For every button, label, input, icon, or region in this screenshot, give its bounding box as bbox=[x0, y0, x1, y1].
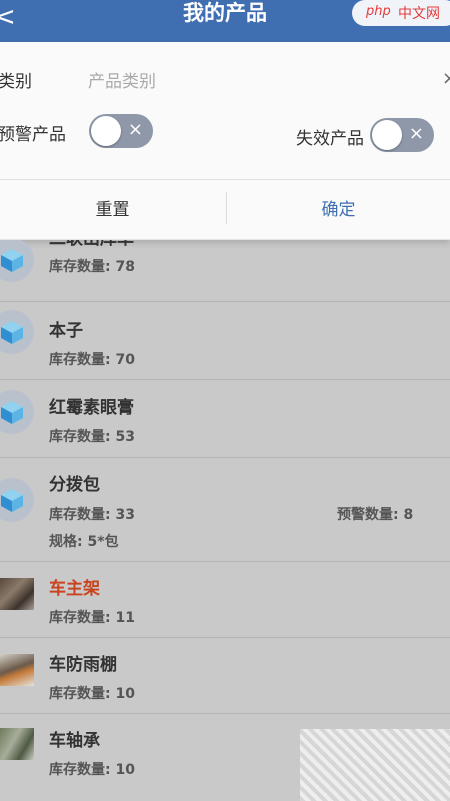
stock-count: 库存数量: 33 bbox=[49, 507, 135, 523]
product-list: 二联出库单 库存数量: 78 本子 库存数量: 70 红霉素眼膏 库存数量: 5… bbox=[0, 240, 450, 801]
product-name: 红霉素眼膏 bbox=[49, 398, 134, 418]
product-name: 车防雨棚 bbox=[49, 655, 117, 675]
product-photo bbox=[0, 578, 34, 610]
box-icon bbox=[0, 240, 34, 282]
product-name: 车轴承 bbox=[49, 731, 100, 751]
logo-cn-text: 中文网 bbox=[398, 6, 440, 22]
stock-count: 库存数量: 11 bbox=[49, 610, 135, 626]
warn-product-toggle[interactable]: × bbox=[89, 114, 153, 148]
reset-button[interactable]: 重置 bbox=[0, 180, 225, 240]
warn-product-label: 预警产品 bbox=[0, 125, 66, 145]
expired-product-label: 失效产品 bbox=[296, 129, 364, 149]
toggle-knob bbox=[91, 116, 121, 146]
product-photo bbox=[0, 728, 34, 760]
box-icon bbox=[0, 310, 34, 354]
product-photo bbox=[0, 654, 34, 686]
list-item[interactable]: 本子 库存数量: 70 bbox=[0, 302, 450, 380]
category-input[interactable]: 产品类别 bbox=[88, 67, 156, 92]
watermark-logo: php 中文网 bbox=[352, 0, 450, 26]
toggle-off-icon: × bbox=[408, 123, 424, 144]
confirm-button[interactable]: 确定 bbox=[226, 180, 450, 240]
stock-count: 库存数量: 10 bbox=[49, 762, 135, 778]
stock-count: 库存数量: 78 bbox=[49, 259, 135, 275]
expired-product-toggle[interactable]: × bbox=[370, 118, 434, 152]
filter-panel: 类别 产品类别 × 预警产品 × 失效产品 × 重置 确定 bbox=[0, 42, 450, 240]
list-item[interactable]: 二联出库单 库存数量: 78 bbox=[0, 240, 450, 302]
list-item[interactable]: 车主架 库存数量: 11 bbox=[0, 562, 450, 638]
stock-count: 库存数量: 10 bbox=[49, 686, 135, 702]
stock-count: 库存数量: 70 bbox=[49, 352, 135, 368]
app-header: < 我的产品 php 中文网 bbox=[0, 0, 450, 42]
product-name: 本子 bbox=[49, 321, 83, 341]
close-icon[interactable]: × bbox=[442, 68, 450, 89]
box-icon bbox=[0, 478, 34, 522]
watermark-blur bbox=[300, 729, 450, 801]
stock-count: 库存数量: 53 bbox=[49, 429, 135, 445]
list-item[interactable]: 车防雨棚 库存数量: 10 bbox=[0, 638, 450, 714]
list-item[interactable]: 红霉素眼膏 库存数量: 53 bbox=[0, 380, 450, 458]
list-item[interactable]: 分拨包 库存数量: 33 预警数量: 8 规格: 5*包 bbox=[0, 458, 450, 562]
toggle-knob bbox=[372, 120, 402, 150]
category-label: 类别 bbox=[0, 72, 32, 92]
spec-text: 规格: 5*包 bbox=[49, 534, 119, 550]
box-icon bbox=[0, 390, 34, 434]
warn-count: 预警数量: 8 bbox=[337, 507, 414, 523]
logo-php-text: php bbox=[366, 4, 391, 19]
product-name: 分拨包 bbox=[49, 475, 100, 495]
toggle-off-icon: × bbox=[127, 119, 143, 140]
product-name: 二联出库单 bbox=[49, 240, 134, 249]
product-name: 车主架 bbox=[49, 579, 100, 599]
